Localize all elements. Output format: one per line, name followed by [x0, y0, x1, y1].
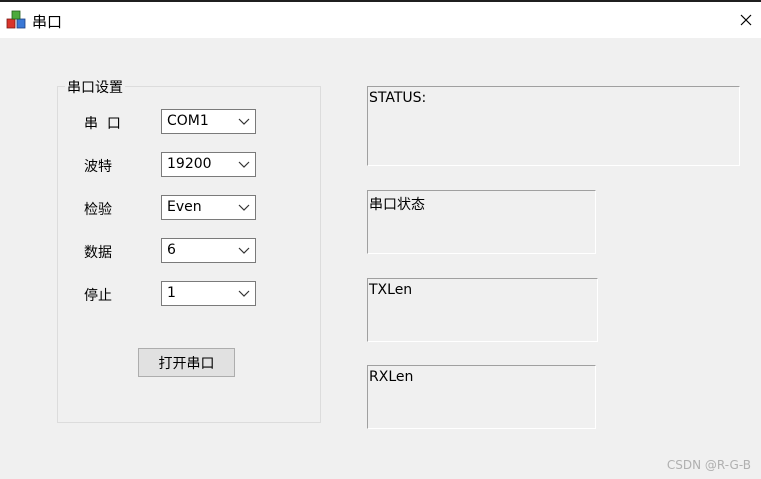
rx-len-text: RXLen [369, 369, 414, 385]
databits-select[interactable]: 6 [161, 238, 256, 263]
stopbits-label: 停止 [84, 288, 112, 304]
app-blocks-icon [6, 10, 26, 29]
port-label: 串 口 [84, 116, 121, 132]
port-state-text: 串口状态 [369, 197, 425, 213]
chevron-down-icon [238, 247, 250, 254]
close-button[interactable] [731, 2, 761, 38]
open-port-button[interactable]: 打开串口 [138, 348, 235, 377]
window-title: 串口 [32, 13, 63, 31]
chevron-down-icon [238, 161, 250, 168]
group-title: 串口设置 [65, 77, 125, 97]
tx-panel: TXLen [367, 278, 598, 342]
rx-panel: RXLen [367, 365, 596, 429]
status-text: STATUS: [369, 90, 427, 106]
chevron-down-icon [238, 204, 250, 211]
baud-value: 19200 [167, 156, 212, 172]
title-bar: 串口 [0, 2, 761, 38]
port-state-panel: 串口状态 [367, 190, 596, 254]
parity-select[interactable]: Even [161, 195, 256, 220]
port-select[interactable]: COM1 [161, 109, 256, 134]
databits-value: 6 [167, 242, 176, 258]
tx-len-text: TXLen [369, 282, 413, 298]
baud-label: 波特 [84, 159, 112, 175]
port-value: COM1 [167, 113, 209, 129]
watermark: CSDN @R-G-B [666, 458, 751, 472]
parity-value: Even [167, 199, 202, 215]
stopbits-select[interactable]: 1 [161, 281, 256, 306]
baud-select[interactable]: 19200 [161, 152, 256, 177]
chevron-down-icon [238, 118, 250, 125]
chevron-down-icon [238, 290, 250, 297]
parity-label: 检验 [84, 202, 112, 218]
databits-label: 数据 [84, 245, 112, 261]
status-panel: STATUS: [367, 86, 740, 166]
stopbits-value: 1 [167, 285, 176, 301]
close-icon [740, 14, 752, 26]
